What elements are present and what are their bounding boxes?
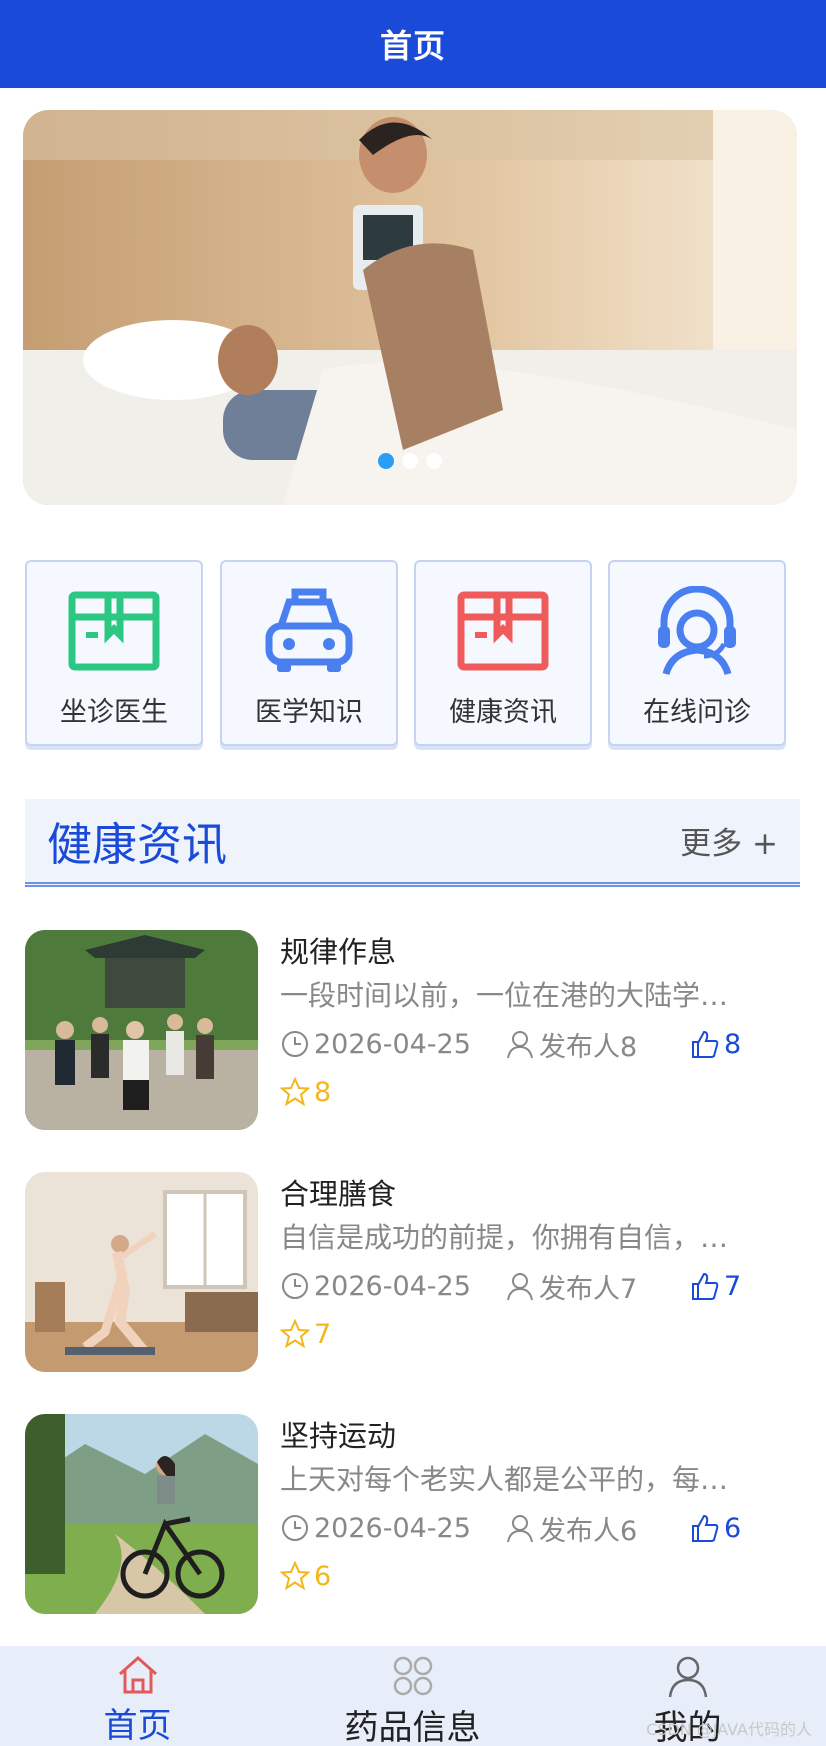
carousel-dot[interactable] [402, 453, 418, 469]
tab-label: 药品信息 [344, 1708, 481, 1746]
favorite-button[interactable]: 8 [280, 1072, 331, 1112]
tab-medicine[interactable]: 药品信息 [275, 1646, 550, 1746]
car-icon [261, 586, 357, 676]
box-icon [66, 586, 162, 676]
favorite-button[interactable]: 7 [280, 1314, 331, 1354]
news-body: 规律作息 一段时间以前，一位在港的大陆学… 2026-04-25 发布人8 8 … [280, 930, 795, 1116]
clock-icon [282, 1515, 308, 1541]
news-meta: 2026-04-25 发布人7 7 [280, 1266, 795, 1314]
watermark: CSDN @JAVA代码的人 [646, 1720, 812, 1739]
news-favorites: 8 [280, 1072, 795, 1116]
user-icon [507, 1515, 533, 1543]
news-author: 发布人6 [505, 1508, 637, 1548]
tab-home[interactable]: 首页 [0, 1646, 275, 1746]
news-item[interactable]: 规律作息 一段时间以前，一位在港的大陆学… 2026-04-25 发布人8 8 … [25, 930, 795, 1130]
news-author-text: 发布人6 [539, 1515, 638, 1547]
home-icon [116, 1654, 160, 1696]
news-thumbnail [25, 1414, 258, 1614]
news-date-text: 2026-04-25 [314, 1270, 471, 1302]
box-icon [455, 586, 551, 676]
quick-item-label: 坐诊医生 [60, 697, 168, 728]
user-icon [507, 1031, 533, 1059]
news-excerpt: 一段时间以前，一位在港的大陆学… [280, 979, 729, 1012]
news-item[interactable]: 坚持运动 上天对每个老实人都是公平的，每… 2026-04-25 发布人6 6 … [25, 1414, 795, 1614]
star-icon [280, 1319, 310, 1349]
banner-image [23, 110, 797, 505]
news-thumbnail [25, 930, 258, 1130]
news-excerpt: 自信是成功的前提，你拥有自信，… [280, 1221, 729, 1254]
news-meta: 2026-04-25 发布人6 6 [280, 1508, 795, 1556]
news-meta: 2026-04-25 发布人8 8 [280, 1024, 795, 1072]
star-icon [280, 1561, 310, 1591]
like-count: 6 [724, 1512, 742, 1544]
news-author: 发布人7 [505, 1266, 637, 1306]
thumbs-up-icon [692, 1030, 719, 1058]
page-title: 首页 [379, 27, 446, 65]
favorite-button[interactable]: 6 [280, 1556, 331, 1596]
top-nav-bar: 首页 [0, 0, 826, 88]
user-icon [666, 1654, 710, 1698]
news-item[interactable]: 合理膳食 自信是成功的前提，你拥有自信，… 2026-04-25 发布人7 7 … [25, 1172, 795, 1372]
news-favorites: 6 [280, 1556, 795, 1600]
star-icon [280, 1077, 310, 1107]
carousel-dot[interactable] [378, 453, 394, 469]
news-date-text: 2026-04-25 [314, 1028, 471, 1060]
quick-item-label: 医学知识 [255, 697, 363, 728]
headset-icon [649, 586, 745, 676]
like-button[interactable]: 8 [690, 1024, 741, 1064]
quick-item-label: 在线问诊 [643, 697, 751, 728]
banner-carousel[interactable] [23, 110, 797, 505]
news-title: 合理膳食 [280, 1177, 397, 1211]
quick-item-health-news[interactable]: 健康资讯 [414, 560, 592, 746]
news-favorites: 7 [280, 1314, 795, 1358]
carousel-dot[interactable] [426, 453, 442, 469]
quick-item-knowledge[interactable]: 医学知识 [220, 560, 398, 746]
news-author-text: 发布人8 [539, 1031, 638, 1063]
news-title: 规律作息 [280, 935, 397, 969]
news-date-text: 2026-04-25 [314, 1512, 471, 1544]
news-body: 合理膳食 自信是成功的前提，你拥有自信，… 2026-04-25 发布人7 7 … [280, 1172, 795, 1358]
clock-icon [282, 1031, 308, 1057]
news-author: 发布人8 [505, 1024, 637, 1064]
quick-item-doctor[interactable]: 坐诊医生 [25, 560, 203, 746]
quick-menu: 坐诊医生 医学知识 健康资讯 在线问诊 [25, 560, 815, 746]
section-header-health-news: 健康资讯 更多 + [25, 799, 800, 887]
thumbs-up-icon [692, 1514, 719, 1542]
news-excerpt: 上天对每个老实人都是公平的，每… [280, 1463, 729, 1496]
quick-item-consult[interactable]: 在线问诊 [608, 560, 786, 746]
quick-item-label: 健康资讯 [449, 697, 557, 728]
user-icon [507, 1273, 533, 1301]
carousel-indicators [23, 453, 797, 469]
clock-icon [282, 1273, 308, 1299]
like-count: 8 [724, 1028, 742, 1060]
favorite-count: 7 [314, 1318, 332, 1350]
favorite-count: 8 [314, 1076, 332, 1108]
news-title: 坚持运动 [280, 1419, 397, 1453]
tab-label: 首页 [103, 1706, 172, 1746]
news-date: 2026-04-25 [280, 1024, 471, 1064]
grid-icon [391, 1654, 435, 1698]
like-button[interactable]: 6 [690, 1508, 741, 1548]
like-count: 7 [724, 1270, 742, 1302]
news-thumbnail [25, 1172, 258, 1372]
more-link[interactable]: 更多 + [680, 818, 778, 863]
like-button[interactable]: 7 [690, 1266, 741, 1306]
news-author-text: 发布人7 [539, 1273, 638, 1305]
news-body: 坚持运动 上天对每个老实人都是公平的，每… 2026-04-25 发布人6 6 … [280, 1414, 795, 1600]
thumbs-up-icon [692, 1272, 719, 1300]
favorite-count: 6 [314, 1560, 332, 1592]
section-title: 健康资讯 [47, 818, 228, 871]
news-date: 2026-04-25 [280, 1508, 471, 1548]
news-date: 2026-04-25 [280, 1266, 471, 1306]
